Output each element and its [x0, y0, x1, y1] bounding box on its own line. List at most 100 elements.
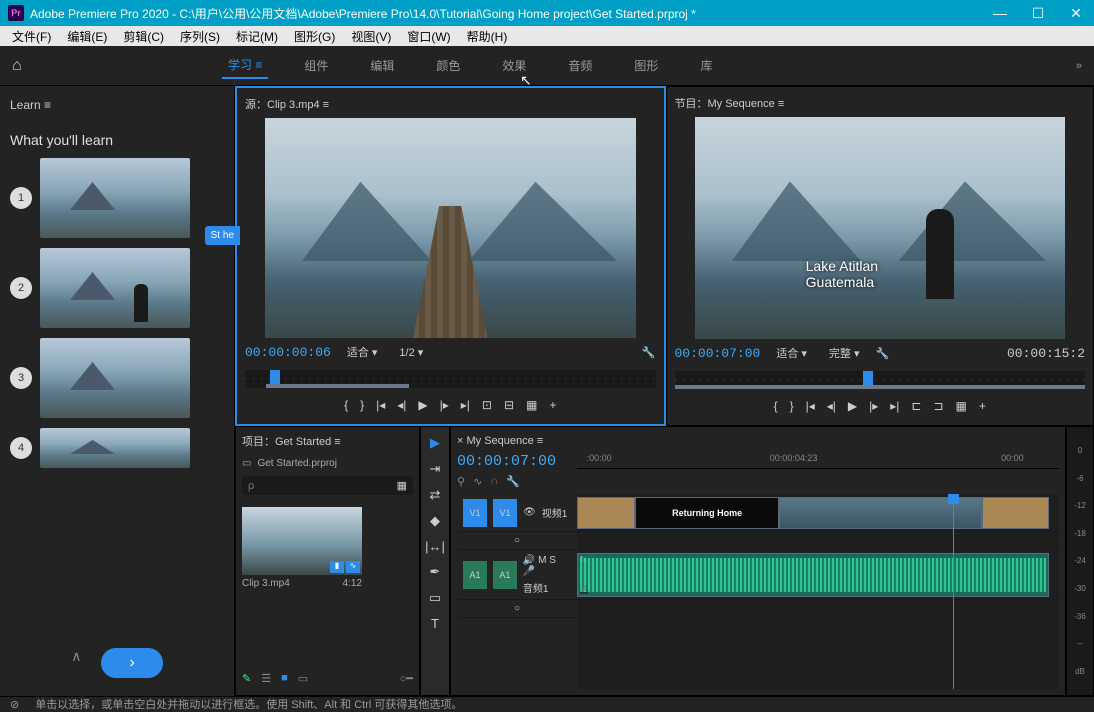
settings-icon[interactable]: 🔧 [642, 346, 656, 359]
clip-transition[interactable] [577, 497, 635, 529]
step-back-icon[interactable]: ◂| [827, 399, 836, 413]
play-icon[interactable]: ▶ [848, 399, 857, 413]
track-v1[interactable]: Returning Home [577, 494, 1059, 532]
menu-file[interactable]: 文件(F) [4, 28, 59, 45]
play-icon[interactable]: ▶ [418, 398, 427, 412]
maximize-button[interactable]: ☐ [1028, 5, 1048, 22]
goto-out-icon[interactable]: ▸| [890, 399, 899, 413]
learn-tag[interactable]: St he [205, 226, 240, 245]
source-zoom-dropdown[interactable]: 1/2 ▾ [393, 344, 429, 361]
goto-out-icon[interactable]: ▸| [461, 398, 470, 412]
step-back-icon[interactable]: ◂| [397, 398, 406, 412]
settings-icon[interactable]: 🔧 [506, 475, 520, 488]
linked-selection-icon[interactable]: ∿ [473, 475, 482, 488]
v1-source-patch[interactable]: V1 [463, 499, 487, 527]
audio-icon[interactable]: 🔊 [523, 555, 535, 566]
icon-view-icon[interactable]: ■ [281, 672, 288, 685]
filter-icon[interactable]: ▦ [397, 479, 407, 492]
project-breadcrumb[interactable]: ▭ Get Started.prproj [242, 455, 413, 472]
a1-target-patch[interactable]: A1 [493, 561, 517, 589]
workspace-audio[interactable]: 音频 [562, 53, 598, 78]
source-timecode[interactable]: 00:00:00:06 [245, 345, 331, 360]
learn-next-button[interactable]: › [101, 648, 162, 678]
workspace-libraries[interactable]: 库 [694, 53, 718, 78]
workspace-editing[interactable]: 编辑 [364, 53, 400, 78]
program-timecode[interactable]: 00:00:07:00 [675, 346, 761, 361]
workspace-effects[interactable]: 效果 [496, 53, 532, 78]
mark-in-icon[interactable]: { [344, 398, 348, 412]
learn-prev-icon[interactable]: ∧ [71, 648, 81, 678]
mute-button[interactable]: M [538, 555, 546, 566]
project-search[interactable]: ▦ [242, 476, 413, 495]
lesson-2[interactable]: 2 [10, 248, 224, 328]
workspace-learn[interactable]: 学习 ≡ [222, 52, 268, 79]
workspace-assembly[interactable]: 组件 [298, 53, 334, 78]
track-select-tool-icon[interactable]: ⇥ [430, 461, 441, 477]
clip-title[interactable]: Returning Home [635, 497, 780, 529]
pen-tool-icon[interactable]: ✒ [430, 564, 441, 580]
lesson-1[interactable]: 1 [10, 158, 224, 238]
program-quality-dropdown[interactable]: 完整 ▾ [823, 343, 866, 363]
clip-audio[interactable]: fx L [577, 553, 1049, 597]
step-fwd-icon[interactable]: |▸ [440, 398, 449, 412]
timeline-playhead[interactable] [953, 494, 954, 689]
track-header-a1[interactable]: A1 A1 🔊 M S 🎤 音频1 [457, 550, 577, 600]
source-viewport[interactable] [265, 118, 636, 338]
mark-out-icon[interactable]: } [790, 399, 794, 413]
eye-icon[interactable]: 👁 [523, 507, 536, 518]
timeline-ruler[interactable]: :00:00 00:00:04:23 00:00 [577, 451, 1059, 469]
export-frame-icon[interactable]: ▦ [526, 398, 537, 412]
extract-icon[interactable]: ⊐ [933, 399, 943, 413]
freeform-view-icon[interactable]: ▭ [298, 672, 308, 685]
lesson-4[interactable]: 4 [10, 428, 224, 468]
ripple-tool-icon[interactable]: ⇄ [430, 487, 441, 503]
step-fwd-icon[interactable]: |▸ [869, 399, 878, 413]
workspace-graphics[interactable]: 图形 [628, 53, 664, 78]
v1-target-patch[interactable]: V1 [493, 499, 517, 527]
workspace-overflow-icon[interactable]: » [1076, 60, 1082, 72]
razor-tool-icon[interactable]: ◆ [430, 513, 440, 529]
workspace-color[interactable]: 颜色 [430, 53, 466, 78]
minimize-button[interactable]: — [990, 5, 1010, 22]
track-header-v-collapse[interactable]: ○ [457, 532, 577, 550]
a1-source-patch[interactable]: A1 [463, 561, 487, 589]
close-button[interactable]: ✕ [1066, 5, 1086, 22]
menu-window[interactable]: 窗口(W) [399, 28, 458, 45]
menu-view[interactable]: 视图(V) [343, 28, 399, 45]
goto-in-icon[interactable]: |◂ [806, 399, 815, 413]
type-tool-icon[interactable]: T [431, 616, 439, 631]
program-scrubber[interactable] [675, 371, 1086, 389]
slip-tool-icon[interactable]: |↔| [425, 539, 445, 554]
export-frame-icon[interactable]: ▦ [956, 399, 967, 413]
menu-clip[interactable]: 剪辑(C) [115, 28, 172, 45]
track-header-v1[interactable]: V1 V1 👁 视频1 [457, 494, 577, 532]
menu-help[interactable]: 帮助(H) [459, 28, 516, 45]
timeline-timecode[interactable]: 00:00:07:00 [457, 451, 577, 472]
search-input[interactable] [248, 479, 397, 492]
voiceover-icon[interactable]: 🎤 [523, 566, 535, 577]
snap-icon[interactable]: ⚲ [457, 475, 465, 488]
mark-in-icon[interactable]: { [774, 399, 778, 413]
menu-marker[interactable]: 标记(M) [228, 28, 286, 45]
program-viewport[interactable]: Lake AtitlanGuatemala [695, 117, 1066, 339]
list-view-icon[interactable]: ☰ [261, 672, 271, 685]
source-scrubber[interactable] [245, 370, 656, 388]
project-clip-item[interactable]: ▮∿ Clip 3.mp4 4:12 [242, 507, 362, 589]
settings-icon[interactable]: 🔧 [875, 347, 889, 360]
button-editor-icon[interactable]: + [979, 399, 986, 413]
track-a1[interactable]: fx L [577, 550, 1059, 600]
marker-icon[interactable]: ∩ [490, 475, 498, 488]
goto-in-icon[interactable]: |◂ [376, 398, 385, 412]
zoom-slider[interactable]: ○━ [400, 672, 413, 685]
pen-icon[interactable]: ✎ [242, 672, 251, 685]
lesson-3[interactable]: 3 [10, 338, 224, 418]
source-fit-dropdown[interactable]: 适合 ▾ [341, 342, 384, 362]
menu-edit[interactable]: 编辑(E) [59, 28, 115, 45]
program-fit-dropdown[interactable]: 适合 ▾ [770, 343, 813, 363]
track-header-a-collapse[interactable]: ○ [457, 600, 577, 618]
clip-transition[interactable] [982, 497, 1049, 529]
mark-out-icon[interactable]: } [360, 398, 364, 412]
menu-graphics[interactable]: 图形(G) [286, 28, 343, 45]
insert-icon[interactable]: ⊡ [482, 398, 492, 412]
home-icon[interactable]: ⌂ [12, 57, 22, 75]
